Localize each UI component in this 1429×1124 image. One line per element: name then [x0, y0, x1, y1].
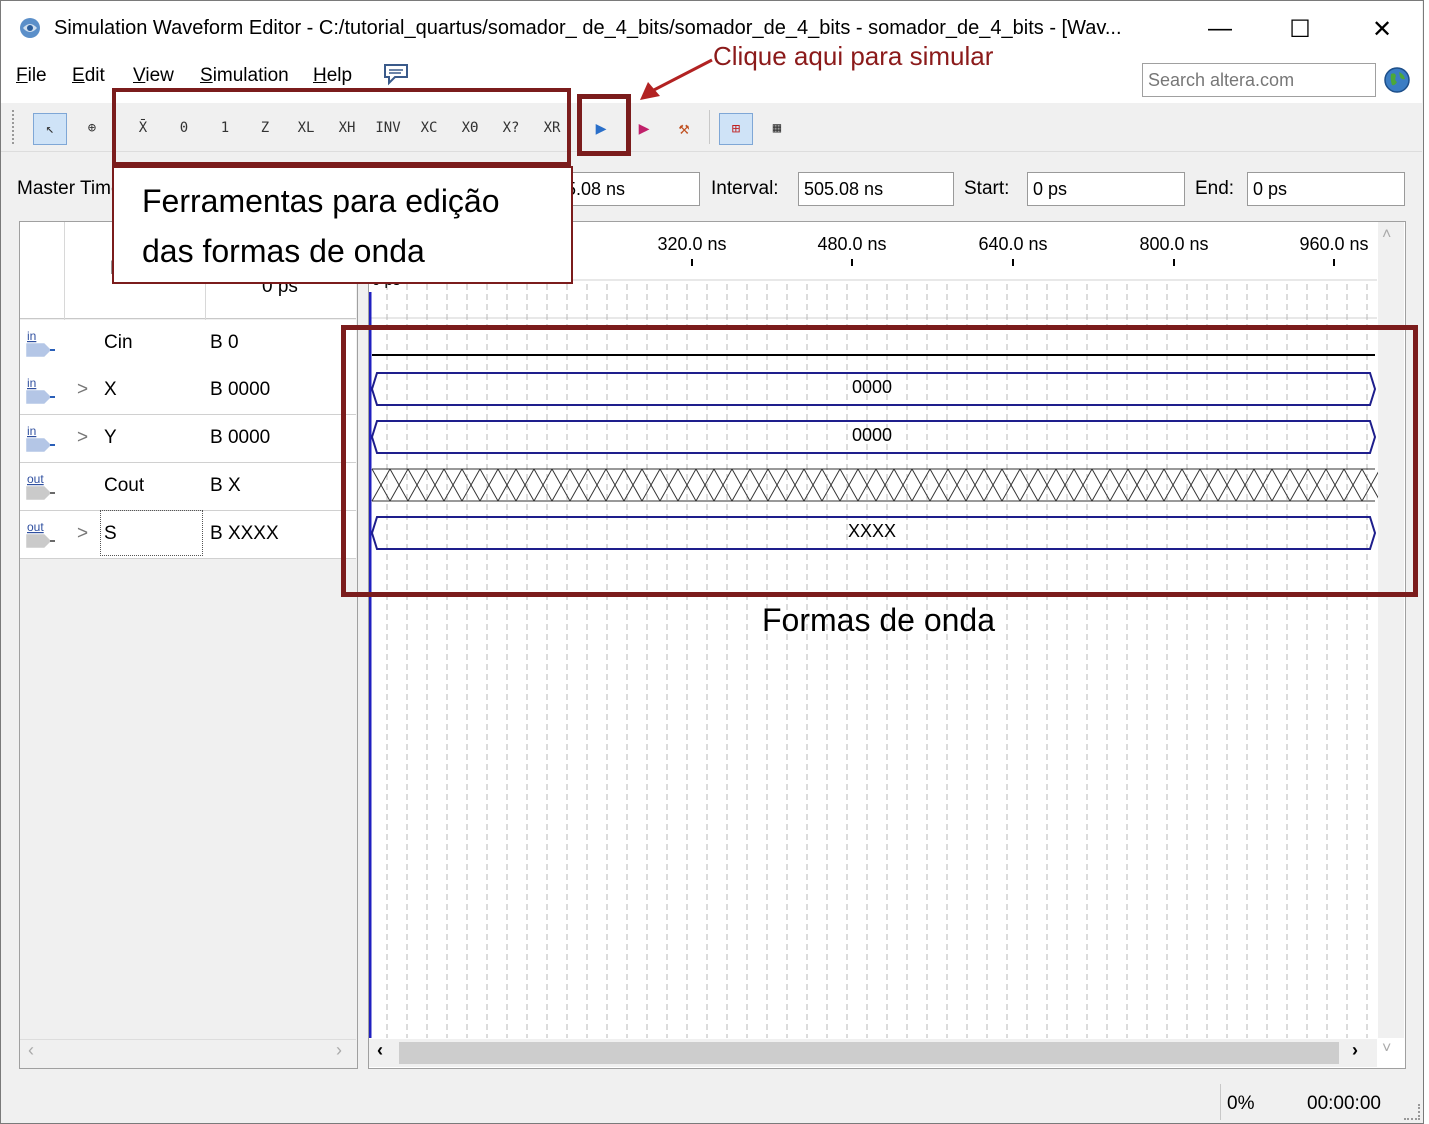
menu-view-label: iew	[145, 65, 174, 86]
run-timing-simulation-icon[interactable]: ▶	[628, 113, 660, 143]
start-label: Start:	[964, 178, 1010, 199]
scroll-left-arrow-icon[interactable]: ‹	[28, 1040, 34, 1061]
ruler-tick-label: 800.0 ns	[1139, 234, 1209, 254]
menu-view-mnemonic: V	[133, 65, 146, 86]
signal-value: B 0000	[210, 427, 271, 448]
status-bar	[1, 1080, 1422, 1122]
pin-direction-text: out	[27, 520, 44, 534]
output-pin-icon: out	[24, 519, 56, 549]
scroll-right-arrow-icon[interactable]: ›	[336, 1040, 342, 1061]
signal-value: B X	[210, 475, 241, 496]
signal-value: B 0000	[210, 379, 271, 400]
elapsed-time: 00:00:00	[1307, 1093, 1381, 1114]
maximize-button[interactable]: ☐	[1272, 10, 1328, 48]
generate-netlist-icon[interactable]: ⚒	[668, 113, 700, 143]
start-field[interactable]: 0 ps	[1027, 172, 1185, 206]
resize-grip[interactable]	[1404, 1104, 1420, 1120]
pin-direction-text: out	[27, 472, 44, 486]
waveforms-callout: Formas de onda	[762, 602, 996, 638]
tools-callout-line2: das formas de onda	[142, 233, 425, 269]
menu-file-mnemonic: F	[16, 65, 28, 86]
status-separator	[1220, 1084, 1221, 1120]
menu-view[interactable]: View	[133, 65, 174, 87]
scroll-up-arrow-icon[interactable]: ˄	[1382, 226, 1391, 244]
signal-row[interactable]	[20, 320, 356, 368]
quartus-app-icon	[20, 18, 40, 38]
ruler-tick-label: 320.0 ns	[657, 234, 727, 254]
feedback-icon[interactable]	[383, 62, 409, 86]
pin-direction-text: in	[27, 376, 36, 390]
interval-field[interactable]: 505.08 ns	[798, 172, 954, 206]
globe-icon[interactable]	[1383, 66, 1411, 94]
signal-row[interactable]	[20, 367, 356, 415]
end-field[interactable]: 0 ps	[1247, 172, 1405, 206]
wave-scroll-right-icon[interactable]: ›	[1352, 1040, 1358, 1061]
menu-help[interactable]: Help	[313, 65, 352, 87]
toolbar-grip[interactable]	[12, 110, 18, 144]
scroll-down-arrow-icon[interactable]: ˅	[1382, 1040, 1391, 1058]
menu-file-label: ile	[27, 65, 47, 86]
menu-help-label: elp	[326, 65, 353, 86]
close-button[interactable]: ✕	[1354, 10, 1410, 48]
master-time-field[interactable]: 5.08 ns	[560, 172, 700, 206]
input-pin-icon: in	[24, 328, 56, 358]
snap-to-grid-icon[interactable]: ⊞	[719, 113, 753, 145]
expand-chevron-icon[interactable]: >	[77, 427, 88, 449]
waveform-scroll-thumb[interactable]	[399, 1042, 1339, 1064]
ruler-tick-label: 640.0 ns	[978, 234, 1048, 254]
pin-direction-text: in	[27, 329, 36, 343]
waveforms-highlight-box	[341, 325, 1418, 597]
minimize-button[interactable]: —	[1192, 10, 1248, 48]
signal-name[interactable]: Cout	[104, 475, 144, 497]
selected-signal-focus	[100, 510, 203, 556]
signal-value: B XXXX	[210, 523, 279, 544]
expand-chevron-icon[interactable]: >	[77, 379, 88, 401]
signal-value: B 0	[210, 332, 239, 353]
input-pin-icon: in	[24, 423, 56, 453]
menu-file[interactable]: File	[16, 65, 47, 87]
signal-row[interactable]	[20, 415, 356, 463]
ruler-tick-label: 960.0 ns	[1299, 234, 1369, 254]
search-input[interactable]: Search altera.com	[1142, 63, 1376, 97]
menu-edit[interactable]: Edit	[72, 65, 105, 87]
output-pin-icon: out	[24, 471, 56, 501]
master-time-label: Master Time	[17, 178, 122, 199]
progress-percent: 0%	[1227, 1093, 1255, 1114]
menu-edit-label: dit	[84, 65, 105, 86]
wave-scroll-left-icon[interactable]: ‹	[377, 1040, 383, 1061]
simulate-callout: Clique aqui para simular	[713, 41, 994, 71]
editing-tools-highlight-box	[112, 88, 571, 166]
callout-arrow-icon	[640, 58, 713, 100]
selection-tool-icon[interactable]: ↖	[33, 113, 67, 145]
end-label: End:	[1195, 178, 1235, 199]
menu-simulation[interactable]: Simulation	[200, 65, 289, 87]
toolbar-separator	[709, 110, 710, 144]
left-horizontal-scrollbar[interactable]	[20, 1039, 356, 1068]
menu-edit-mnemonic: E	[72, 65, 85, 86]
zoom-tool-icon[interactable]: ⊕	[76, 113, 108, 143]
menu-simulation-label: imulation	[212, 65, 289, 86]
grid-icon[interactable]: ▦	[761, 113, 793, 143]
interval-label: Interval:	[711, 178, 779, 199]
input-pin-icon: in	[24, 375, 56, 405]
signal-name[interactable]: Y	[104, 427, 117, 449]
menu-simulation-mnemonic: S	[200, 65, 213, 86]
menu-help-mnemonic: H	[313, 65, 327, 86]
simulate-button-highlight-box	[577, 94, 631, 156]
ruler-tick-label: 480.0 ns	[817, 234, 887, 254]
pin-direction-text: in	[27, 424, 36, 438]
signal-name[interactable]: X	[104, 379, 117, 401]
tools-callout-line1: Ferramentas para edição	[142, 183, 500, 219]
expand-chevron-icon[interactable]: >	[77, 523, 88, 545]
signal-name[interactable]: Cin	[104, 332, 133, 354]
window-title: Simulation Waveform Editor - C:/tutorial…	[54, 17, 1122, 39]
signal-row[interactable]	[20, 463, 356, 511]
